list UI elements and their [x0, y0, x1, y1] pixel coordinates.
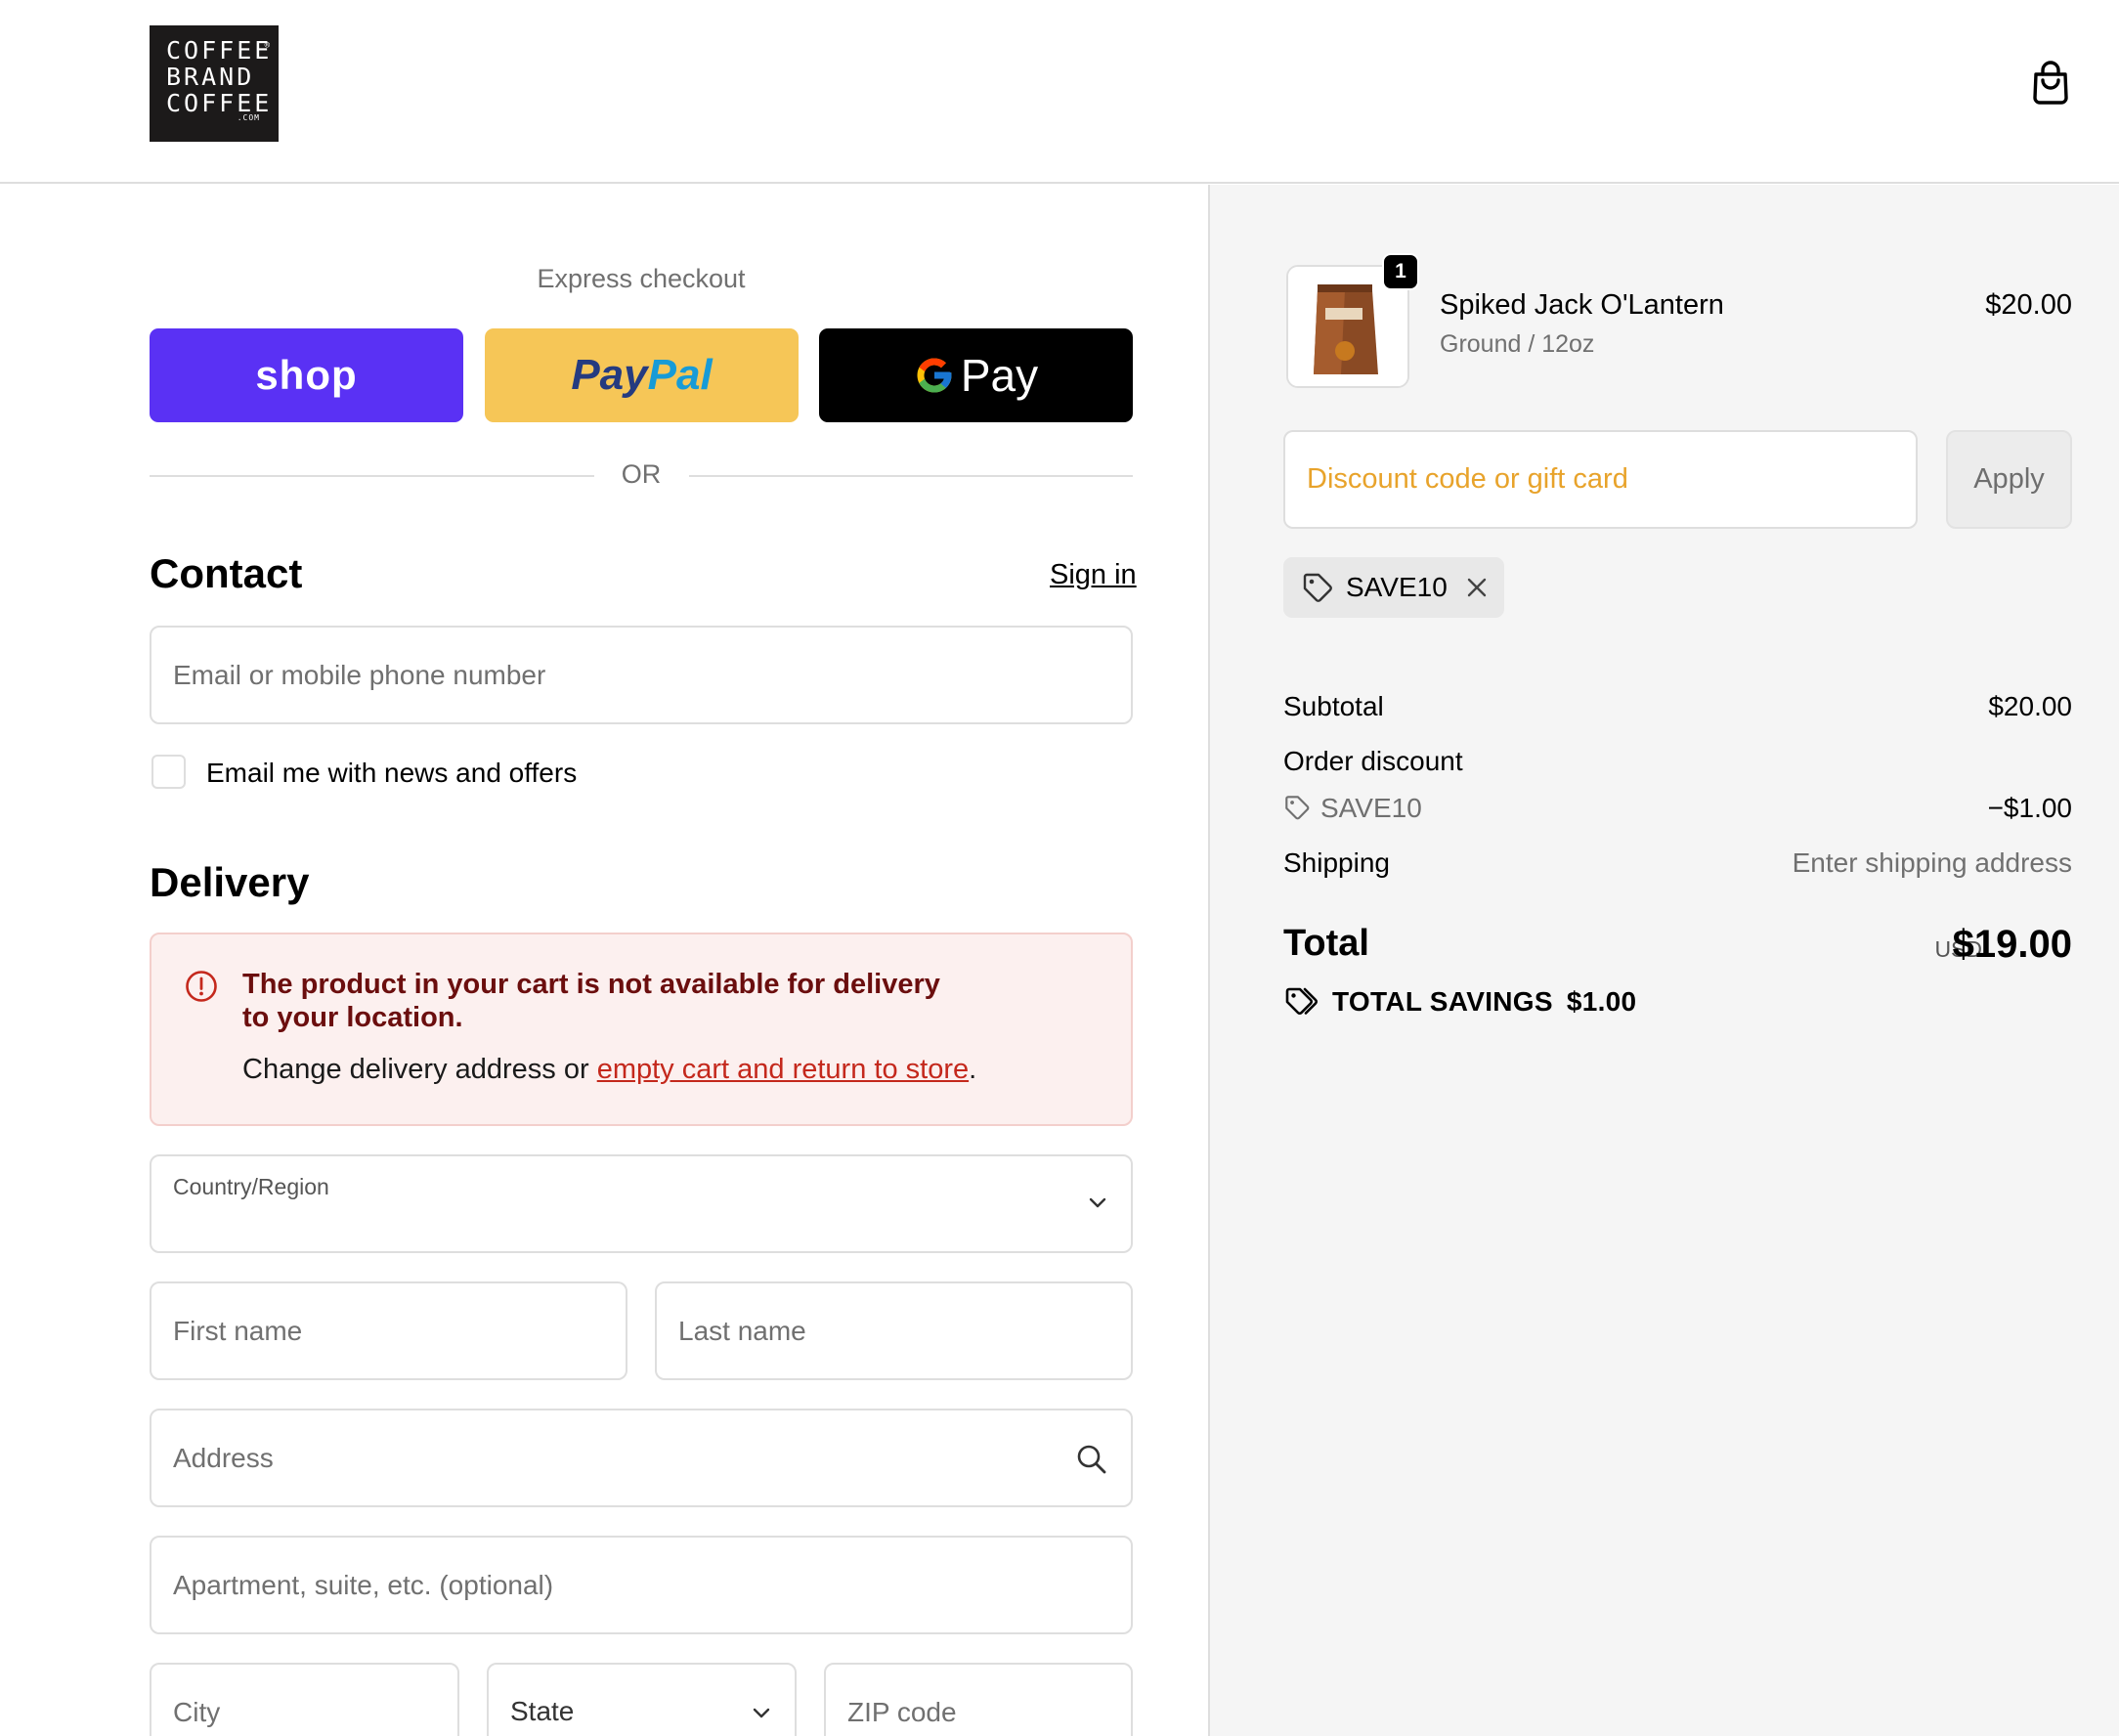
address-input[interactable]	[173, 1410, 1084, 1505]
google-pay-button[interactable]: Pay	[819, 328, 1133, 422]
address-field[interactable]	[150, 1409, 1133, 1507]
logo-com: .COM	[237, 113, 260, 122]
alert-body-suffix: .	[969, 1054, 977, 1085]
applied-discount-chip: SAVE10	[1283, 557, 1504, 618]
chevron-down-icon	[1089, 1197, 1106, 1208]
first-name-field[interactable]	[150, 1281, 627, 1380]
product-price: $20.00	[1985, 289, 2072, 321]
delivery-heading: Delivery	[150, 859, 310, 905]
news-offers-label: Email me with news and offers	[206, 758, 578, 788]
applied-discount-code: SAVE10	[1346, 572, 1448, 602]
or-divider: OR	[150, 459, 1133, 495]
last-name-input[interactable]	[678, 1283, 1084, 1378]
subtotal-value: $20.00	[1988, 691, 2072, 721]
quantity-badge: 1	[1382, 253, 1419, 290]
state-label: State	[510, 1696, 575, 1726]
product-name: Spiked Jack O'Lantern	[1440, 289, 1724, 321]
paypal-label-part1: Pay	[571, 351, 648, 399]
country-region-select[interactable]: Country/Region	[150, 1154, 1133, 1253]
news-offers-checkbox[interactable]	[151, 755, 186, 789]
tag-icon	[1285, 796, 1310, 820]
subtotal-label: Subtotal	[1283, 691, 1384, 721]
shipping-row: Shipping Enter shipping address	[1283, 847, 2072, 879]
email-field[interactable]	[150, 626, 1133, 724]
shopping-bag-icon[interactable]	[2031, 61, 2070, 106]
product-variant: Ground / 12oz	[1440, 330, 1595, 358]
remove-discount-icon[interactable]	[1465, 576, 1489, 599]
total-amount: $19.00	[1952, 923, 2072, 966]
logo-line-1: COFFEE	[166, 36, 273, 65]
site-header: COFFEE BRAND COFFEE ® .COM	[0, 0, 2119, 184]
order-discount-label: Order discount	[1283, 746, 1463, 776]
country-region-label: Country/Region	[173, 1174, 329, 1199]
total-label: Total	[1283, 923, 1369, 964]
alert-circle-icon	[186, 971, 217, 1002]
brand-logo[interactable]: COFFEE BRAND COFFEE ® .COM	[150, 25, 279, 142]
tag-icon	[1303, 573, 1332, 602]
search-icon[interactable]	[1076, 1444, 1107, 1475]
subtotal-row: Subtotal $20.00	[1283, 691, 2072, 722]
divider-line-right	[689, 475, 1133, 477]
first-name-input[interactable]	[173, 1283, 579, 1378]
contact-heading: Contact	[150, 550, 303, 596]
discount-code-input[interactable]	[1307, 432, 1893, 527]
order-discount-row: Order discount	[1283, 746, 2072, 777]
google-pay-label: Pay	[960, 350, 1039, 401]
apartment-input[interactable]	[173, 1538, 1084, 1632]
apartment-field[interactable]	[150, 1536, 1133, 1634]
total-savings-label: TOTAL SAVINGS	[1332, 986, 1553, 1017]
logo-line-3: COFFEE	[166, 89, 273, 117]
paypal-label-part2: Pal	[647, 351, 713, 399]
city-field[interactable]	[150, 1663, 459, 1736]
order-discount-value: −$1.00	[1987, 793, 2072, 823]
sign-in-link[interactable]: Sign in	[1050, 559, 1137, 591]
shipping-value: Enter shipping address	[1792, 847, 2072, 878]
empty-cart-link[interactable]: empty cart and return to store	[597, 1054, 969, 1085]
shop-pay-button[interactable]: shop	[150, 328, 463, 422]
shop-pay-label: shop	[255, 352, 358, 398]
alert-body: Change delivery address or empty cart an…	[242, 1054, 976, 1086]
logo-line-2: BRAND	[166, 63, 255, 91]
zip-field[interactable]	[824, 1663, 1133, 1736]
zip-input[interactable]	[847, 1665, 1084, 1736]
total-savings-value: $1.00	[1566, 986, 1637, 1017]
state-select[interactable]: State	[487, 1663, 797, 1736]
apply-discount-button[interactable]: Apply	[1946, 430, 2072, 529]
city-input[interactable]	[173, 1665, 411, 1736]
alert-body-prefix: Change delivery address or	[242, 1054, 597, 1085]
discount-code-field[interactable]	[1283, 430, 1918, 529]
delivery-unavailable-alert: The product in your cart is not availabl…	[150, 933, 1133, 1126]
total-savings: TOTAL SAVINGS $1.00	[1283, 985, 1636, 1019]
alert-title: The product in your cart is not availabl…	[242, 969, 940, 1033]
express-checkout-label: Express checkout	[537, 264, 746, 293]
email-input[interactable]	[173, 628, 1084, 722]
shipping-label: Shipping	[1283, 847, 1390, 878]
chevron-down-icon	[753, 1708, 770, 1718]
tags-icon	[1285, 987, 1318, 1015]
order-discount-code: SAVE10	[1320, 793, 1422, 823]
logo-registered-mark: ®	[264, 41, 270, 51]
google-g-icon	[917, 358, 952, 393]
paypal-button[interactable]: Pay Pal	[485, 328, 799, 422]
last-name-field[interactable]	[655, 1281, 1133, 1380]
